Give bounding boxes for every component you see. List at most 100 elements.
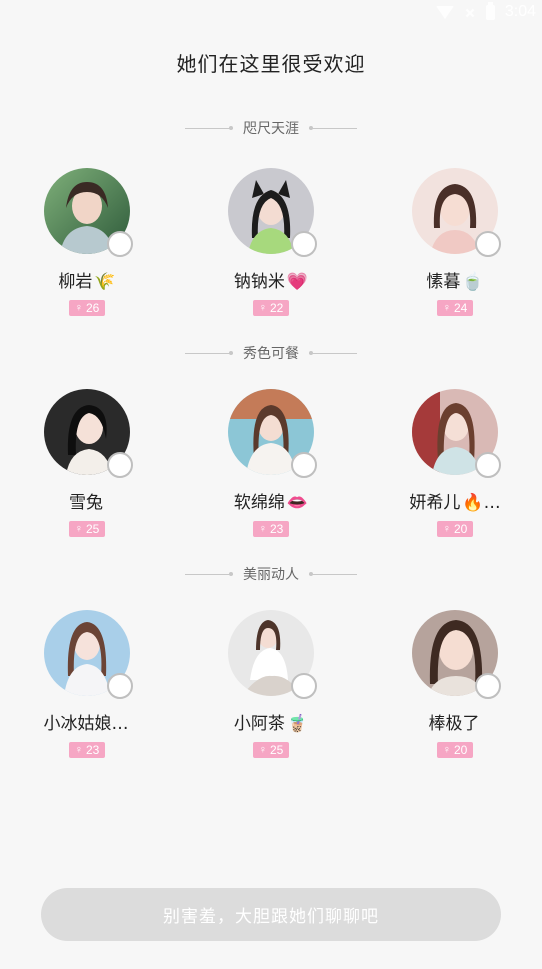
user-card[interactable]: 雪兔 ♀ 25 bbox=[7, 389, 167, 537]
user-nickname: 柳岩 🌾 bbox=[7, 270, 167, 294]
nickname-text: 柳岩 bbox=[58, 272, 93, 292]
group-title: 美丽动人 bbox=[243, 567, 299, 583]
age-badge: ♀ 20 bbox=[437, 521, 473, 537]
nickname-text: 愫暮 bbox=[426, 272, 461, 292]
avatar-wrap[interactable] bbox=[228, 168, 317, 257]
select-checkbox[interactable] bbox=[291, 673, 317, 699]
user-nickname: 软绵绵 👄 bbox=[191, 491, 351, 515]
avatar-wrap[interactable] bbox=[44, 610, 133, 699]
age-value: 20 bbox=[453, 522, 468, 536]
user-card[interactable]: 愫暮 🍵 ♀ 24 bbox=[375, 168, 535, 316]
female-icon: ♀ bbox=[74, 743, 83, 756]
signal-off-icon bbox=[464, 6, 476, 18]
age-value: 23 bbox=[269, 522, 284, 536]
avatar-wrap[interactable] bbox=[44, 168, 133, 257]
nickname-text: 棒极了 bbox=[428, 714, 480, 734]
select-checkbox[interactable] bbox=[291, 452, 317, 478]
age-value: 25 bbox=[269, 743, 284, 757]
nickname-emoji: 🧋 bbox=[286, 714, 309, 734]
group-title: 秀色可餐 bbox=[243, 346, 299, 362]
age-badge: ♀ 23 bbox=[69, 742, 105, 758]
female-icon: ♀ bbox=[74, 301, 83, 314]
start-chat-button[interactable]: 别害羞，大胆跟她们聊聊吧 bbox=[41, 888, 501, 941]
group-header: 美丽动人 bbox=[0, 564, 542, 584]
user-nickname: 妍希儿 🔥… bbox=[375, 491, 535, 515]
user-card[interactable]: 软绵绵 👄 ♀ 23 bbox=[191, 389, 351, 537]
avatar-wrap[interactable] bbox=[412, 389, 501, 478]
age-badge: ♀ 23 bbox=[253, 521, 289, 537]
age-badge: ♀ 25 bbox=[69, 521, 105, 537]
divider bbox=[309, 350, 357, 355]
age-badge: ♀ 24 bbox=[437, 300, 473, 316]
nickname-text: 小阿茶 bbox=[233, 714, 285, 734]
divider bbox=[309, 125, 357, 130]
avatar-wrap[interactable] bbox=[228, 610, 317, 699]
divider bbox=[185, 125, 233, 130]
female-icon: ♀ bbox=[74, 522, 83, 535]
select-checkbox[interactable] bbox=[475, 452, 501, 478]
user-nickname: 钠钠米 💗 bbox=[191, 270, 351, 294]
nickname-text: 钠钠米 bbox=[233, 272, 285, 292]
age-value: 24 bbox=[453, 301, 468, 315]
user-row: 雪兔 ♀ 25 软绵绵 👄 ♀ 23 妍希儿 🔥… ♀ 20 bbox=[0, 389, 542, 559]
user-card[interactable]: 小阿茶 🧋 ♀ 25 bbox=[191, 610, 351, 758]
nickname-text: 妍希儿 bbox=[409, 493, 461, 513]
age-value: 25 bbox=[85, 522, 100, 536]
select-checkbox[interactable] bbox=[475, 673, 501, 699]
age-value: 23 bbox=[85, 743, 100, 757]
avatar-wrap[interactable] bbox=[412, 168, 501, 257]
age-badge: ♀ 22 bbox=[253, 300, 289, 316]
select-checkbox[interactable] bbox=[107, 673, 133, 699]
nickname-emoji: 💗 bbox=[286, 272, 309, 292]
group-header: 秀色可餐 bbox=[0, 343, 542, 363]
female-icon: ♀ bbox=[258, 743, 267, 756]
avatar-wrap[interactable] bbox=[44, 389, 133, 478]
female-icon: ♀ bbox=[442, 522, 451, 535]
nickname-emoji: 🍵 bbox=[462, 272, 484, 292]
age-value: 22 bbox=[269, 301, 284, 315]
user-card[interactable]: 妍希儿 🔥… ♀ 20 bbox=[375, 389, 535, 537]
user-card[interactable]: 钠钠米 💗 ♀ 22 bbox=[191, 168, 351, 316]
avatar-wrap[interactable] bbox=[228, 389, 317, 478]
female-icon: ♀ bbox=[442, 301, 451, 314]
status-time: 3:04 bbox=[504, 3, 536, 20]
divider bbox=[185, 350, 233, 355]
user-nickname: 雪兔 bbox=[7, 491, 167, 515]
page-title: 她们在这里很受欢迎 bbox=[176, 52, 366, 76]
female-icon: ♀ bbox=[258, 301, 267, 314]
divider bbox=[185, 571, 233, 576]
female-icon: ♀ bbox=[258, 522, 267, 535]
select-checkbox[interactable] bbox=[107, 231, 133, 257]
nickname-text: 小冰姑娘… bbox=[43, 714, 129, 734]
group-title: 咫尺天涯 bbox=[243, 121, 299, 137]
age-value: 20 bbox=[453, 743, 468, 757]
age-value: 26 bbox=[85, 301, 100, 315]
nickname-text: 雪兔 bbox=[69, 493, 103, 513]
user-nickname: 小冰姑娘… bbox=[7, 712, 167, 736]
user-card[interactable]: 棒极了 ♀ 20 bbox=[375, 610, 535, 758]
user-row: 柳岩 🌾 ♀ 26 钠钠米 💗 ♀ 22 愫暮 🍵 ♀ 24 bbox=[0, 168, 542, 338]
nickname-emoji: 🔥… bbox=[462, 493, 501, 513]
user-row: 小冰姑娘… ♀ 23 小阿茶 🧋 ♀ 25 棒极了 ♀ 20 bbox=[0, 610, 542, 780]
age-badge: ♀ 25 bbox=[253, 742, 289, 758]
age-badge: ♀ 26 bbox=[69, 300, 105, 316]
age-badge: ♀ 20 bbox=[437, 742, 473, 758]
avatar-wrap[interactable] bbox=[412, 610, 501, 699]
nickname-emoji: 👄 bbox=[286, 493, 309, 513]
user-card[interactable]: 小冰姑娘… ♀ 23 bbox=[7, 610, 167, 758]
user-card[interactable]: 柳岩 🌾 ♀ 26 bbox=[7, 168, 167, 316]
nickname-text: 软绵绵 bbox=[233, 493, 285, 513]
user-nickname: 棒极了 bbox=[375, 712, 535, 736]
female-icon: ♀ bbox=[442, 743, 451, 756]
user-nickname: 愫暮 🍵 bbox=[375, 270, 535, 294]
group-header: 咫尺天涯 bbox=[0, 118, 542, 138]
select-checkbox[interactable] bbox=[107, 452, 133, 478]
user-nickname: 小阿茶 🧋 bbox=[191, 712, 351, 736]
divider bbox=[309, 571, 357, 576]
battery-icon bbox=[485, 1, 495, 20]
wifi-icon bbox=[435, 5, 454, 19]
status-bar: 3:04 bbox=[0, 0, 542, 24]
nickname-emoji: 🌾 bbox=[94, 272, 116, 292]
select-checkbox[interactable] bbox=[291, 231, 317, 257]
select-checkbox[interactable] bbox=[475, 231, 501, 257]
